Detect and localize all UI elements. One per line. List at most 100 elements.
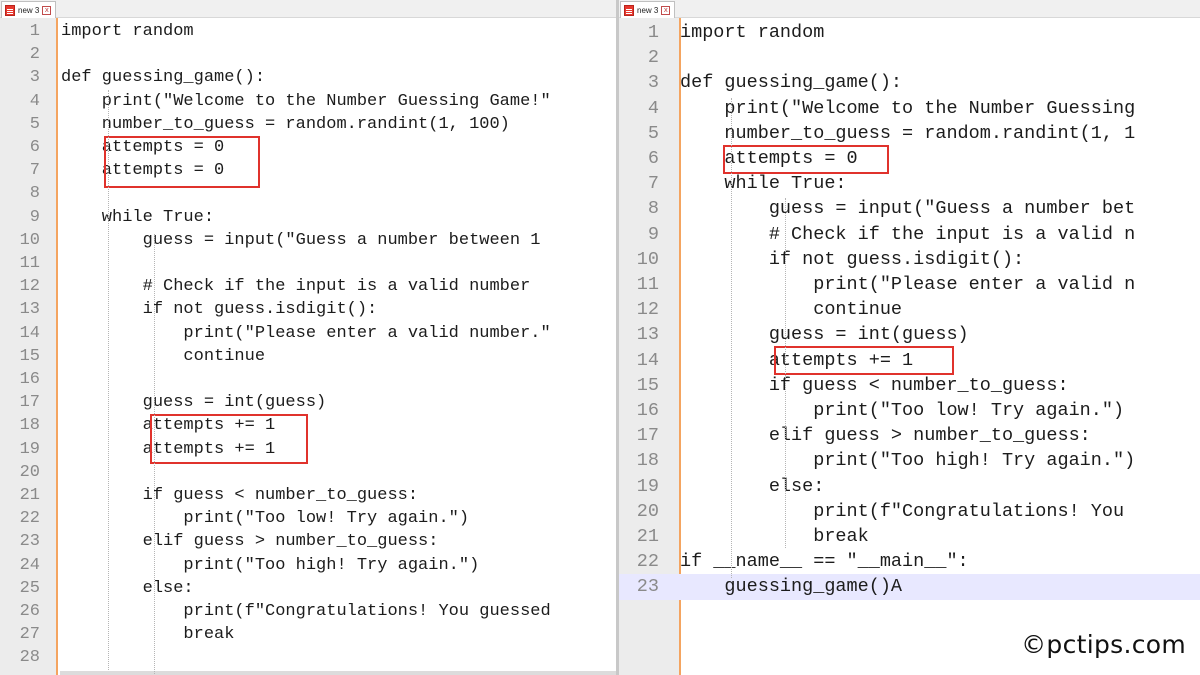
code-line[interactable]: 15 continue [0, 345, 617, 368]
tab-bar-right: new 3 x [619, 0, 1200, 18]
line-number: 1 [647, 22, 659, 43]
code-text: guessing_game()A [680, 576, 903, 598]
editor-pane-left: new 3 x 1 import random 2 3 def guessing_gam… [0, 0, 617, 675]
file-icon [624, 4, 634, 16]
code-text: print(f"Congratulations! You guessed [61, 602, 551, 621]
code-line[interactable]: 12 # Check if the input is a valid numbe… [0, 275, 617, 298]
code-line[interactable]: 3 def guessing_game(): [619, 70, 1200, 95]
code-line[interactable]: 17 guess = int(guess) [0, 391, 617, 414]
line-number: 20 [19, 462, 40, 482]
code-text: # Check if the input is a valid n [680, 223, 1136, 245]
code-line[interactable]: 4 print("Welcome to the Number Guessing … [0, 90, 617, 113]
code-line[interactable]: 8 guess = input("Guess a number bet [619, 196, 1200, 221]
code-text: attempts = 0 [61, 161, 225, 181]
code-line[interactable]: 28 [0, 646, 617, 669]
code-line[interactable]: 22 if __name__ == "__main__": [619, 549, 1200, 574]
code-line[interactable]: 18 print("Too high! Try again.") [619, 448, 1200, 473]
code-line[interactable]: 21 if guess < number_to_guess: [0, 484, 617, 507]
code-line[interactable]: 9 while True: [0, 206, 617, 229]
line-number: 6 [647, 148, 659, 169]
code-line[interactable]: 8 [0, 182, 617, 205]
code-text: elif guess > number_to_guess: [680, 425, 1091, 447]
line-number: 23 [19, 532, 40, 552]
code-text: if guess < number_to_guess: [61, 486, 419, 505]
code-line[interactable]: 14 attempts += 1 [619, 348, 1200, 373]
tab-label: new 3 [637, 5, 659, 15]
code-line[interactable]: 19 else: [619, 474, 1200, 499]
code-line[interactable]: 17 elif guess > number_to_guess: [619, 423, 1200, 448]
code-line[interactable]: 2 [619, 45, 1200, 70]
code-text: while True: [680, 173, 847, 195]
code-text: else: [680, 475, 825, 497]
indent-guide [108, 90, 109, 670]
code-line[interactable]: 12 continue [619, 297, 1200, 322]
code-line[interactable]: 14 print("Please enter a valid number." [0, 322, 617, 345]
line-number: 28 [19, 648, 40, 668]
code-line[interactable]: 20 [0, 461, 617, 484]
code-line[interactable]: 1 import random [0, 20, 617, 43]
line-number: 3 [29, 68, 40, 88]
close-icon[interactable]: x [661, 5, 671, 15]
code-line[interactable]: 11 [0, 252, 617, 275]
code-text: def guessing_game(): [61, 68, 266, 88]
horizontal-scrollbar[interactable] [60, 671, 617, 675]
code-text: print("Too low! Try again.") [61, 509, 470, 529]
code-line[interactable]: 21 break [619, 524, 1200, 549]
code-line[interactable]: 7 while True: [619, 171, 1200, 196]
code-text: attempts += 1 [61, 416, 276, 436]
code-line[interactable]: 15 if guess < number_to_guess: [619, 373, 1200, 398]
line-number: 18 [19, 416, 40, 436]
code-editor-left[interactable]: 1 import random 2 3 def guessing_game(): 4 pr… [0, 18, 617, 675]
code-text: print("Welcome to the Number Guessing Ga… [61, 91, 551, 111]
code-line[interactable]: 5 number_to_guess = random.randint(1, 1 [619, 121, 1200, 146]
code-line[interactable]: 13 guess = int(guess) [619, 322, 1200, 347]
tab-new-3-left[interactable]: new 3 x [1, 1, 57, 18]
code-line[interactable]: 20 print(f"Congratulations! You [619, 499, 1200, 524]
code-text: print("Welcome to the Number Guessing [680, 97, 1136, 119]
code-text: attempts += 1 [680, 349, 914, 371]
code-line[interactable]: 22 print("Too low! Try again.") [0, 507, 617, 530]
code-text: attempts = 0 [61, 138, 225, 157]
line-number: 21 [19, 486, 40, 505]
code-line[interactable]: 16 print("Too low! Try again.") [619, 398, 1200, 423]
code-line[interactable]: 18 attempts += 1 [0, 414, 617, 437]
line-number: 17 [19, 393, 40, 413]
code-line[interactable]: 16 [0, 368, 617, 391]
code-line[interactable]: 6 attempts = 0 [619, 146, 1200, 171]
code-line[interactable]: 10 guess = input("Guess a number between… [0, 229, 617, 252]
code-line[interactable]: 2 [0, 43, 617, 66]
code-text: continue [61, 346, 266, 366]
line-number: 18 [636, 450, 659, 472]
code-line[interactable]: 9 # Check if the input is a valid n [619, 222, 1200, 247]
code-text: if guess < number_to_guess: [680, 374, 1069, 396]
code-text: def guessing_game(): [680, 72, 903, 94]
code-line[interactable]: 4 print("Welcome to the Number Guessing [619, 96, 1200, 121]
code-line[interactable]: 1 import random [619, 20, 1200, 45]
code-line[interactable]: 25 else: [0, 577, 617, 600]
code-line[interactable]: 26 print(f"Congratulations! You guessed [0, 600, 617, 623]
code-line[interactable]: 24 print("Too high! Try again.") [0, 554, 617, 577]
code-line[interactable]: 27 break [0, 623, 617, 646]
code-line[interactable]: 23 guessing_game()A [619, 574, 1200, 600]
code-editor-right[interactable]: 1 import random 2 3 def guessing_game(): 4 pr… [619, 18, 1200, 675]
code-text: if __name__ == "__main__": [680, 551, 969, 573]
code-line[interactable]: 6 attempts = 0 [0, 136, 617, 159]
indent-guide [785, 198, 786, 548]
code-text: number_to_guess = random.randint(1, 1 [680, 122, 1136, 144]
code-line[interactable]: 13 if not guess.isdigit(): [0, 298, 617, 321]
code-line[interactable]: 3 def guessing_game(): [0, 66, 617, 89]
line-number: 15 [19, 346, 40, 366]
code-line[interactable]: 7 attempts = 0 [0, 159, 617, 182]
close-icon[interactable]: x [42, 5, 52, 15]
code-text: print(f"Congratulations! You [680, 500, 1125, 522]
code-line[interactable]: 19 attempts += 1 [0, 438, 617, 461]
code-line[interactable]: 5 number_to_guess = random.randint(1, 10… [0, 113, 617, 136]
code-line[interactable]: 11 print("Please enter a valid n [619, 272, 1200, 297]
tab-new-3-right[interactable]: new 3 x [620, 1, 676, 18]
code-line[interactable]: 10 if not guess.isdigit(): [619, 247, 1200, 272]
line-number: 13 [19, 300, 40, 320]
code-line[interactable]: 23 elif guess > number_to_guess: [0, 530, 617, 553]
line-number: 22 [19, 509, 40, 529]
code-text: while True: [61, 207, 215, 227]
code-text: guess = input("Guess a number between 1 [61, 230, 541, 250]
